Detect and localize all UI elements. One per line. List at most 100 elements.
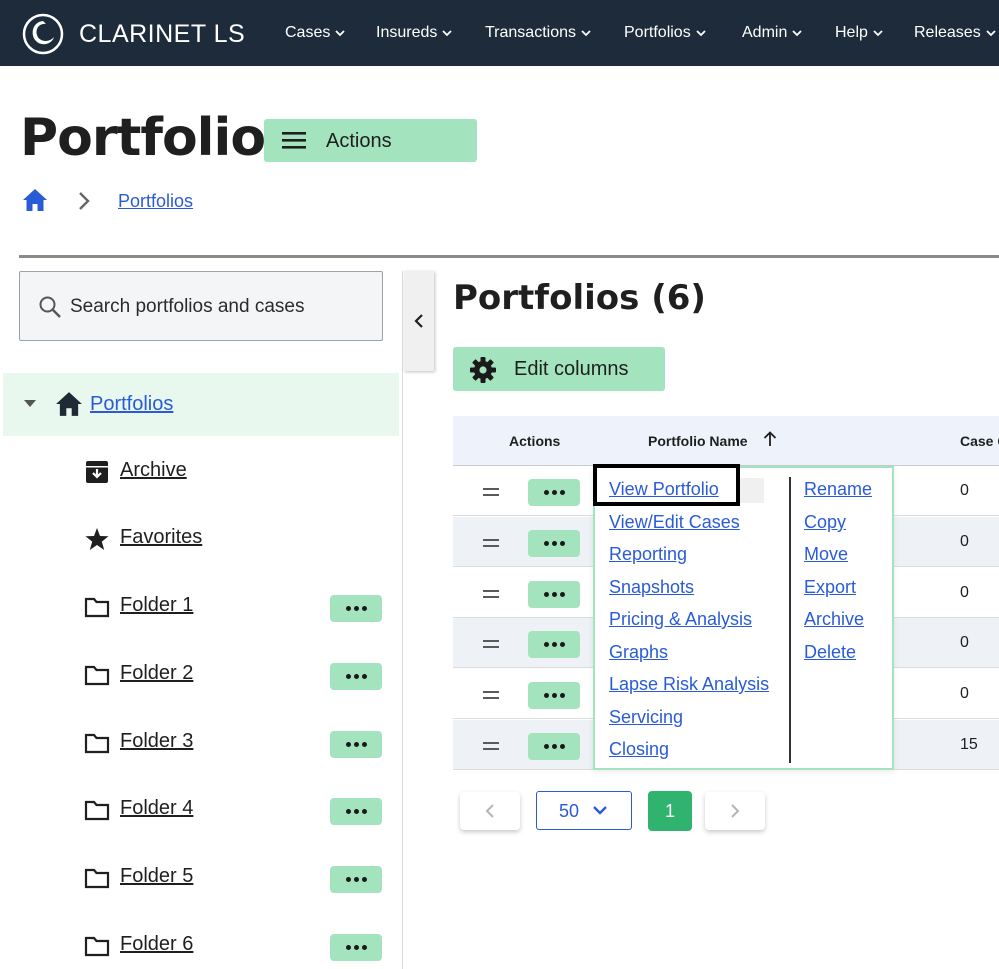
chevron-left-icon	[414, 314, 423, 328]
row-actions-button[interactable]	[528, 631, 580, 658]
column-header-case-count[interactable]: Case Count	[960, 433, 999, 449]
nav-transactions[interactable]: Transactions	[485, 0, 591, 66]
nav-label: Releases	[914, 24, 981, 41]
column-header-portfolio-name[interactable]: Portfolio Name	[648, 433, 748, 449]
next-page-button[interactable]	[705, 792, 765, 830]
drag-handle-icon[interactable]	[483, 488, 499, 496]
folder-icon	[84, 868, 110, 889]
page-number: 1	[665, 801, 676, 821]
drag-handle-icon[interactable]	[483, 691, 499, 699]
page-button-current[interactable]: 1	[648, 791, 692, 831]
folder-5-more-button[interactable]	[330, 866, 382, 893]
breadcrumb-portfolios-link[interactable]: Portfolios	[118, 191, 193, 212]
row-actions-button[interactable]	[528, 530, 580, 557]
row-actions-button[interactable]	[528, 682, 580, 709]
sort-ascending-icon[interactable]	[763, 431, 777, 447]
menu-item-copy[interactable]: Copy	[804, 512, 846, 533]
chevron-down-icon	[986, 30, 996, 37]
actions-label: Actions	[326, 130, 392, 152]
menu-item-closing[interactable]: Closing	[609, 739, 669, 760]
caret-down-icon[interactable]	[23, 399, 37, 409]
previous-page-button[interactable]	[460, 792, 520, 830]
case-count: 0	[960, 685, 969, 702]
actions-button[interactable]: Actions	[264, 119, 477, 162]
tree-root-label[interactable]: Portfolios	[90, 393, 173, 416]
menu-column-divider	[789, 477, 791, 763]
tree-root-portfolios[interactable]: Portfolios	[3, 373, 399, 436]
case-count: 0	[960, 482, 969, 499]
menu-item-rename[interactable]: Rename	[804, 479, 872, 500]
menu-item-view-portfolio[interactable]: View Portfolio	[609, 479, 719, 500]
nav-cases[interactable]: Cases	[285, 0, 345, 66]
chevron-down-icon	[792, 30, 802, 37]
menu-item-move[interactable]: Move	[804, 544, 848, 565]
search-input[interactable]: Search portfolios and cases	[19, 271, 383, 341]
sidebar-item-label: Folder 5	[120, 865, 194, 887]
column-header-actions: Actions	[509, 433, 561, 449]
nav-insureds[interactable]: Insureds	[376, 0, 453, 66]
row-actions-button[interactable]	[528, 733, 580, 760]
menu-item-reporting[interactable]: Reporting	[609, 544, 687, 565]
folder-icon	[84, 665, 110, 686]
drag-handle-icon[interactable]	[483, 590, 499, 598]
collapse-sidebar-button[interactable]	[404, 271, 434, 371]
sidebar-item-label: Folder 6	[120, 933, 194, 955]
case-count: 0	[960, 533, 969, 550]
nav-label: Help	[835, 24, 868, 41]
brand-name[interactable]: CLARINET LS	[79, 20, 245, 49]
folder-6-more-button[interactable]	[330, 934, 382, 961]
row-actions-menu: View Portfolio View/Edit Cases Reporting…	[593, 464, 894, 770]
edit-columns-label: Edit columns	[514, 358, 629, 380]
menu-item-archive[interactable]: Archive	[804, 609, 864, 630]
nav-label: Insureds	[376, 24, 438, 41]
menu-item-pricing-analysis[interactable]: Pricing & Analysis	[609, 609, 752, 630]
menu-item-delete[interactable]: Delete	[804, 642, 856, 663]
drag-handle-icon[interactable]	[483, 640, 499, 648]
folder-2-more-button[interactable]	[330, 663, 382, 690]
page-size-value: 50	[559, 801, 580, 821]
folder-4-more-button[interactable]	[330, 798, 382, 825]
sidebar-item-label: Folder 4	[120, 797, 194, 819]
sidebar-item-label: Favorites	[120, 526, 203, 548]
menu-item-lapse-risk-analysis[interactable]: Lapse Risk Analysis	[609, 674, 769, 695]
case-count: 0	[960, 584, 969, 601]
menu-icon	[282, 132, 306, 149]
case-count: 15	[960, 736, 978, 753]
folder-1-more-button[interactable]	[330, 595, 382, 622]
nav-admin[interactable]: Admin	[742, 0, 802, 66]
menu-item-snapshots[interactable]: Snapshots	[609, 577, 694, 598]
nav-label: Portfolios	[624, 24, 691, 41]
row-actions-button[interactable]	[528, 581, 580, 608]
nav-label: Transactions	[485, 24, 576, 41]
top-nav-bar: CLARINET LS Cases Insureds Transactions …	[0, 0, 999, 66]
menu-item-export[interactable]: Export	[804, 577, 856, 598]
nav-help[interactable]: Help	[835, 0, 883, 66]
nav-releases[interactable]: Releases	[914, 0, 996, 66]
drag-handle-icon[interactable]	[483, 742, 499, 750]
section-divider	[19, 255, 999, 258]
menu-item-view-edit-cases[interactable]: View/Edit Cases	[609, 512, 740, 533]
sidebar-item-label: Folder 2	[120, 662, 194, 684]
chevron-down-icon	[335, 30, 345, 37]
sidebar-item-label: Folder 1	[120, 594, 194, 616]
folder-3-more-button[interactable]	[330, 731, 382, 758]
sidebar-item-label: Folder 3	[120, 730, 194, 752]
menu-item-graphs[interactable]: Graphs	[609, 642, 668, 663]
folder-icon	[84, 597, 110, 618]
search-icon	[39, 296, 61, 318]
chevron-down-icon	[593, 806, 607, 815]
chevron-down-icon	[442, 30, 453, 37]
page-size-select[interactable]: 50	[536, 791, 632, 830]
nav-portfolios[interactable]: Portfolios	[624, 0, 706, 66]
menu-item-servicing[interactable]: Servicing	[609, 707, 683, 728]
chevron-right-icon	[79, 192, 90, 210]
case-count: 0	[960, 634, 969, 651]
portfolios-count-title: Portfolios (6)	[453, 278, 706, 318]
clarinet-logo-icon[interactable]	[22, 13, 64, 55]
home-icon[interactable]	[22, 188, 48, 212]
drag-handle-icon[interactable]	[483, 539, 499, 547]
folder-icon	[84, 800, 110, 821]
row-actions-button[interactable]	[528, 479, 580, 506]
edit-columns-button[interactable]: Edit columns	[453, 347, 665, 391]
nav-label: Admin	[742, 24, 788, 41]
